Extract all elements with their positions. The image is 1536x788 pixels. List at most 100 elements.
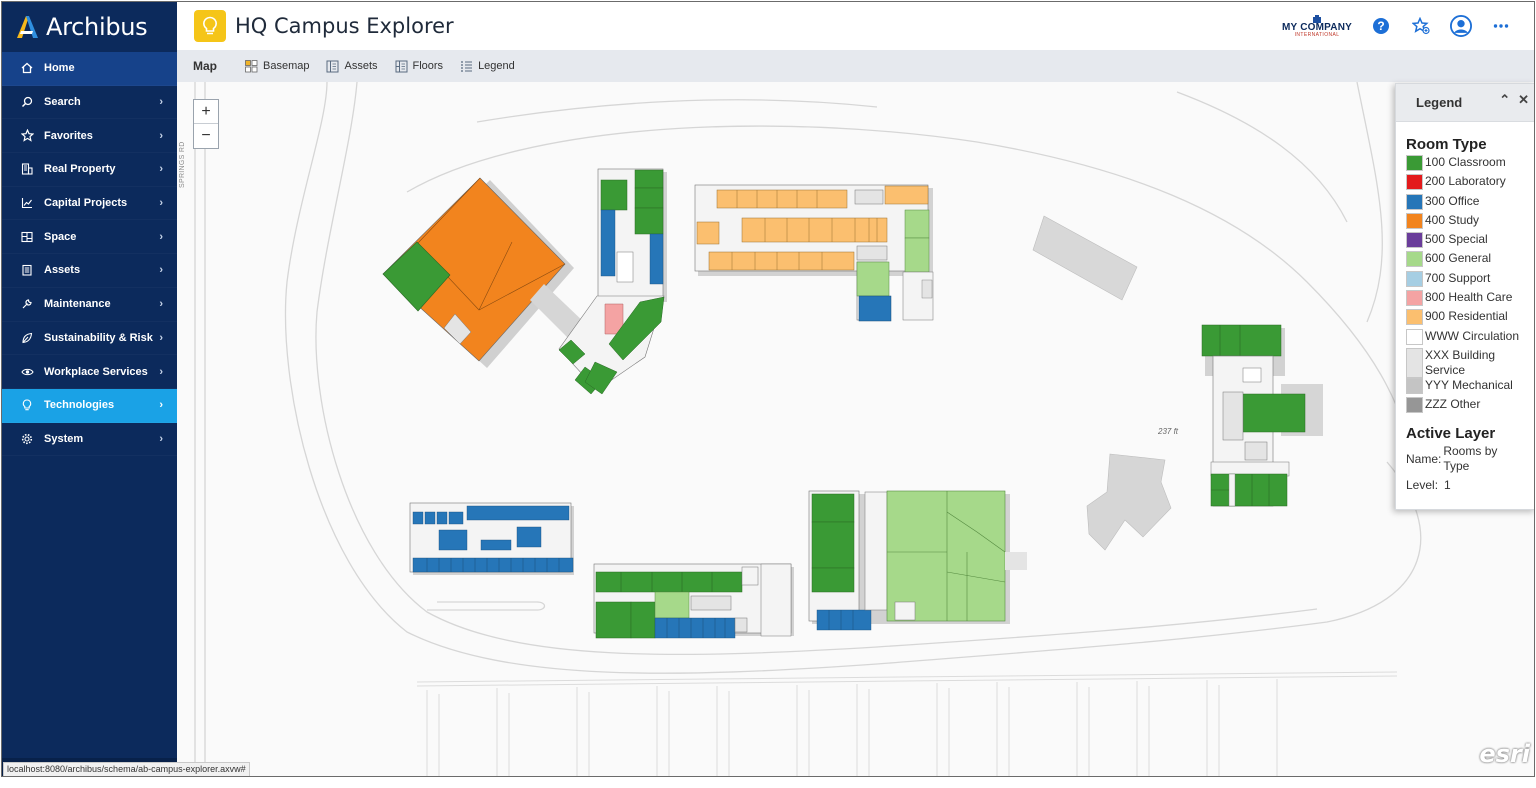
legend-title: Legend [1416,95,1463,110]
nav-menu: Home Search › Favorites › Real Property … [2,52,177,456]
campus-map[interactable]: + − SPRINGS RD 237 ft esri [177,82,1535,776]
page-title: HQ Campus Explorer [235,14,454,38]
basemap-icon [245,59,258,72]
brand[interactable]: Archibus [2,2,177,52]
building-d[interactable] [1032,215,1138,301]
company-subtitle: INTERNATIONAL [1294,31,1340,38]
chart-icon [20,196,34,210]
legend-item: YYY Mechanical [1396,377,1534,397]
road-label: SPRINGS RD [179,141,186,188]
user-avatar-icon[interactable] [1450,15,1472,37]
assets-label: Assets [344,60,378,72]
chevron-right-icon: › [159,432,163,445]
wrench-icon [20,297,34,311]
assets-button[interactable]: Assets [326,60,378,73]
legend-panel: Legend ⌃ ✕ Room Type 100 Classroom 200 La… [1395,83,1534,510]
close-icon[interactable]: ✕ [1518,92,1529,108]
legend-item: 700 Support [1396,270,1534,290]
legend-swatch [1406,212,1423,229]
help-icon[interactable]: ? [1370,15,1392,37]
level-key: Level: [1406,478,1439,493]
floorplan-icon [20,230,34,244]
sidebar: Archibus Home Search › Favorites › Real … [2,2,177,776]
scale-label: 237 ft [1158,427,1179,436]
sidebar-item-system[interactable]: System › [2,423,177,457]
app-lightbulb-icon [194,10,226,42]
floors-label: Floors [412,60,444,72]
legend-item: WWW Circulation [1396,328,1534,348]
sidebar-item-label: System [44,432,84,445]
sidebar-item-capital-projects[interactable]: Capital Projects › [2,187,177,221]
sidebar-item-real-property[interactable]: Real Property › [2,153,177,187]
map-canvas[interactable] [177,82,1535,776]
building-icon [20,162,34,176]
sidebar-item-label: Technologies [44,399,115,412]
company-name: MY COMPANY [1282,21,1352,33]
sidebar-item-technologies[interactable]: Technologies › [2,388,177,423]
more-options-icon[interactable] [1490,15,1512,37]
sidebar-item-favorites[interactable]: Favorites › [2,119,177,153]
clipboard-icon [20,263,34,277]
chevron-right-icon: › [159,129,163,142]
legend-item: 300 Office [1396,193,1534,213]
star-icon [20,129,34,143]
legend-swatch [1406,347,1423,378]
level-value: 1 [1444,477,1451,492]
building-e[interactable] [1086,453,1172,551]
home-icon [20,61,34,75]
legend-swatch [1406,309,1423,326]
svg-text:?: ? [1377,19,1384,33]
status-bar-url: localhost:8080/archibus/schema/ab-campus… [3,762,250,776]
sidebar-item-home[interactable]: Home [2,52,177,86]
basemap-label: Basemap [263,60,310,72]
legend-item: 900 Residential [1396,309,1534,328]
sidebar-item-maintenance[interactable]: Maintenance › [2,288,177,322]
building-b[interactable] [558,168,667,395]
sidebar-item-assets[interactable]: Assets › [2,254,177,288]
building-g[interactable] [409,502,574,575]
leaf-icon [20,331,34,345]
building-h[interactable] [593,563,794,639]
sidebar-item-label: Assets [44,264,81,277]
sidebar-item-label: Maintenance [44,298,111,311]
sidebar-item-label: Sustainability & Risk [44,331,153,344]
zoom-control: + − [193,99,219,149]
collapse-icon[interactable]: ⌃ [1499,92,1510,108]
legend-list: 100 Classroom 200 Laboratory 300 Office 400… [1396,155,1534,417]
floors-button[interactable]: Floors [395,60,444,73]
sidebar-item-workplace-services[interactable]: Workplace Services › [2,355,177,389]
header-actions: MY COMPANY INTERNATIONAL ? [1282,2,1512,50]
chevron-right-icon: › [159,399,163,412]
sidebar-item-search[interactable]: Search › [2,86,177,120]
favorite-add-icon[interactable] [1410,15,1432,37]
legend-item-label: ZZZ Other [1425,397,1481,412]
chevron-right-icon: › [159,365,163,378]
legend-item: 600 General [1396,251,1534,270]
map-toolbar: Map Basemap Assets Floors Legend [177,50,1534,82]
building-i[interactable] [808,490,1027,631]
chevron-right-icon: › [159,96,163,109]
sidebar-item-label: Home [44,62,75,75]
sidebar-item-label: Favorites [44,129,93,142]
sidebar-item-sustainability-risk[interactable]: Sustainability & Risk › [2,322,177,356]
legend-item: 400 Study [1396,212,1534,232]
legend-label: Legend [478,60,515,72]
building-c[interactable] [694,184,934,322]
legend-item-label: 200 Laboratory [1425,174,1506,189]
legend-item: 100 Classroom [1396,155,1534,174]
map-tab[interactable]: Map [193,59,217,73]
lightbulb-icon [20,398,34,412]
building-a[interactable] [382,177,587,368]
basemap-button[interactable]: Basemap [245,59,310,73]
legend-item-label: 600 General [1425,251,1492,266]
zoom-in-button[interactable]: + [194,100,218,124]
legend-list-icon [461,60,473,72]
legend-item-label: 400 Study [1425,212,1480,227]
legend-button[interactable]: Legend [460,60,515,73]
legend-item-label: XXX Building Service [1425,347,1496,377]
zoom-out-button[interactable]: − [194,124,218,148]
building-f[interactable] [1201,324,1323,507]
legend-item-label: YYY Mechanical [1425,377,1513,392]
legend-swatch [1406,251,1423,268]
sidebar-item-space[interactable]: Space › [2,220,177,254]
